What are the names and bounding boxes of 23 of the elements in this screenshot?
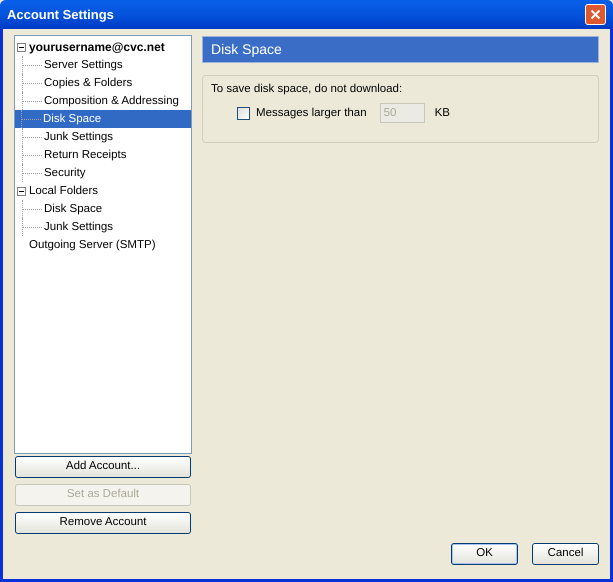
panel-title: Disk Space xyxy=(202,36,599,63)
tree-item[interactable]: Security xyxy=(42,165,88,181)
window-title: Account Settings xyxy=(7,6,114,24)
tree-item[interactable]: Junk Settings xyxy=(42,219,116,235)
group-label: To save disk space, do not download: xyxy=(211,82,404,97)
tree-item[interactable]: Copies & Folders xyxy=(42,75,134,91)
dialog-button[interactable]: OK xyxy=(451,543,518,565)
tree-item[interactable]: Disk Space xyxy=(42,201,104,217)
collapse-icon[interactable] xyxy=(17,186,26,196)
tree-item[interactable]: Composition & Addressing xyxy=(42,93,181,109)
account-button[interactable]: Add Account... xyxy=(15,456,191,478)
tree-item[interactable]: yourusername@cvc.net xyxy=(27,39,167,55)
dialog-button[interactable]: Cancel xyxy=(532,543,599,565)
tree-item[interactable]: Local Folders xyxy=(27,183,100,199)
close-icon xyxy=(590,9,601,20)
close-button[interactable] xyxy=(585,4,606,25)
tree-item[interactable]: Outgoing Server (SMTP) xyxy=(27,237,158,253)
tree-item[interactable]: Junk Settings xyxy=(42,129,116,145)
account-button[interactable]: Remove Account xyxy=(15,512,191,534)
unit-label: KB xyxy=(434,106,450,121)
tree-item[interactable]: Server Settings xyxy=(42,57,125,73)
collapse-icon[interactable] xyxy=(17,42,26,52)
tree-item[interactable]: Return Receipts xyxy=(42,147,128,163)
